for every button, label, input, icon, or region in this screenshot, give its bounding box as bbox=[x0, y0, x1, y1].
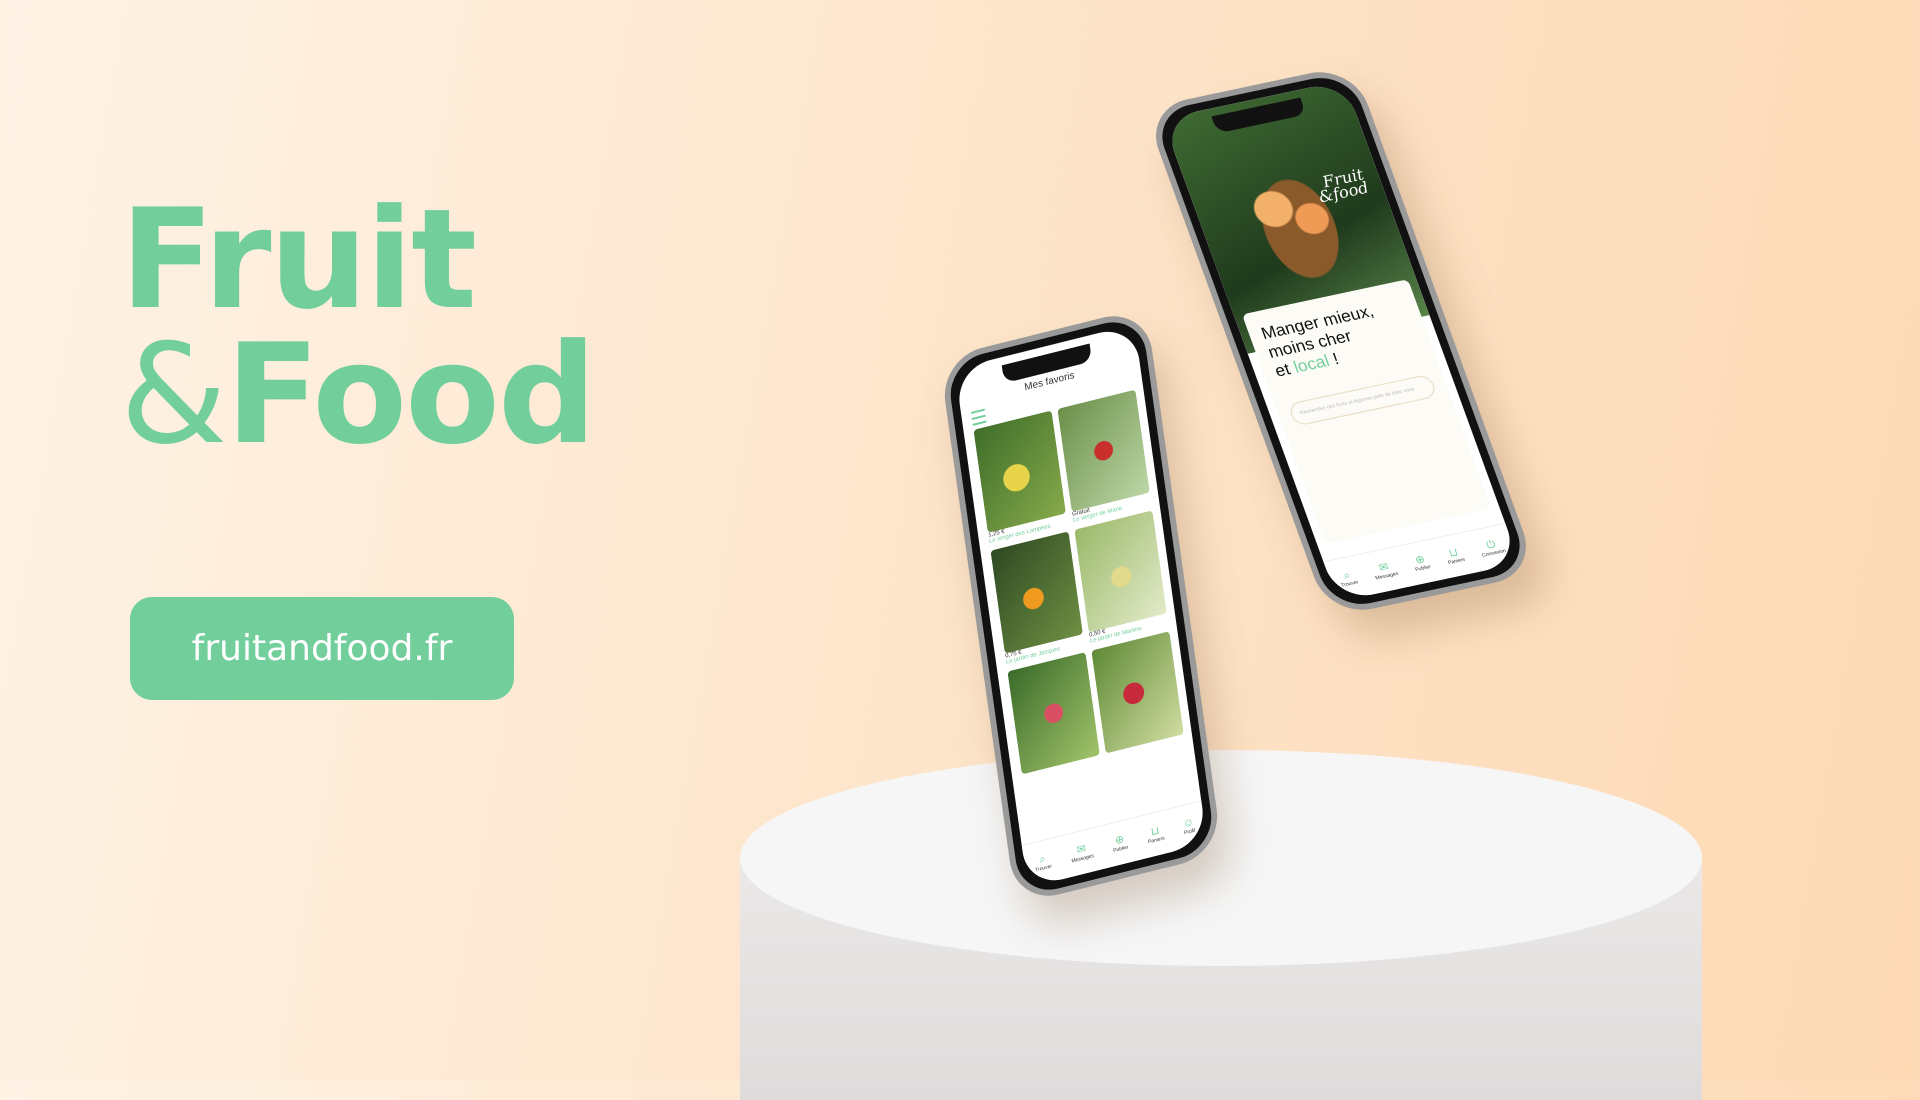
tab-label: Messages bbox=[1374, 571, 1400, 582]
fruit-photo bbox=[1074, 510, 1167, 633]
podium-top bbox=[740, 750, 1702, 966]
home-screen: Fruit &food Manger mieux, moins cher et … bbox=[1162, 80, 1520, 602]
favorite-card[interactable]: 0,50 € Le jardin de Martine bbox=[1074, 510, 1168, 645]
fruit-photo bbox=[973, 410, 1066, 533]
tab-messages[interactable]: ✉ Messages bbox=[1069, 841, 1095, 865]
tab-baskets[interactable]: ⊔ Paniers bbox=[1443, 546, 1466, 566]
tab-label: Trouver bbox=[1340, 579, 1360, 589]
tab-baskets[interactable]: ⊔ Paniers bbox=[1146, 823, 1165, 845]
phone-home-mockup: Fruit &food Manger mieux, moins cher et … bbox=[1143, 64, 1539, 618]
brand-word-food: Food bbox=[225, 314, 597, 475]
favorite-card[interactable]: 1,25 € Le verger des Lampées bbox=[973, 410, 1067, 545]
brand-ampersand: & bbox=[120, 314, 228, 475]
tab-label: Connexion bbox=[1481, 548, 1507, 559]
website-link-button[interactable]: fruitandfood.fr bbox=[130, 597, 514, 700]
tab-label: Paniers bbox=[1147, 835, 1166, 846]
fruit-photo bbox=[1007, 652, 1100, 775]
tab-search[interactable]: ⌕ Trouver bbox=[1336, 568, 1360, 589]
tab-label: Trouver bbox=[1034, 863, 1053, 874]
tab-label: Profil bbox=[1183, 827, 1196, 837]
brand-logo: Fruit &Food bbox=[120, 179, 597, 465]
favorites-grid: 1,25 € Le verger des Lampées Gratuit Le ve… bbox=[973, 389, 1184, 775]
tab-profile[interactable]: ☺ Profil bbox=[1182, 816, 1196, 837]
fruit-photo bbox=[1057, 389, 1150, 512]
brand-line-food: &Food bbox=[120, 325, 597, 465]
tab-publish[interactable]: ⊕ Publier bbox=[1410, 553, 1432, 573]
search-input[interactable]: Rechercher des fruits et légumes près de… bbox=[1287, 373, 1438, 427]
fruit-photo bbox=[1091, 631, 1184, 754]
tab-label: Messages bbox=[1071, 853, 1095, 865]
tab-publish[interactable]: ⊕ Publier bbox=[1111, 832, 1129, 854]
favorite-card[interactable] bbox=[1007, 652, 1100, 775]
brand-word-fruit: Fruit bbox=[120, 179, 477, 340]
tab-login[interactable]: ⏻ Connexion bbox=[1477, 537, 1507, 559]
tab-search[interactable]: ⌕ Trouver bbox=[1033, 852, 1052, 874]
favorite-card[interactable]: 0,75 € Le jardin de Jacques bbox=[990, 531, 1084, 666]
menu-icon[interactable] bbox=[970, 408, 987, 426]
hero-card: Manger mieux, moins cher et local ! Rech… bbox=[1241, 279, 1492, 544]
favorite-card[interactable]: Gratuit Le verger de Marie bbox=[1057, 389, 1151, 524]
tab-messages[interactable]: ✉ Messages bbox=[1371, 560, 1400, 582]
fruit-photo bbox=[990, 531, 1083, 654]
favorite-card[interactable] bbox=[1091, 631, 1184, 754]
hero-headline: Manger mieux, moins cher et local ! bbox=[1259, 295, 1422, 382]
